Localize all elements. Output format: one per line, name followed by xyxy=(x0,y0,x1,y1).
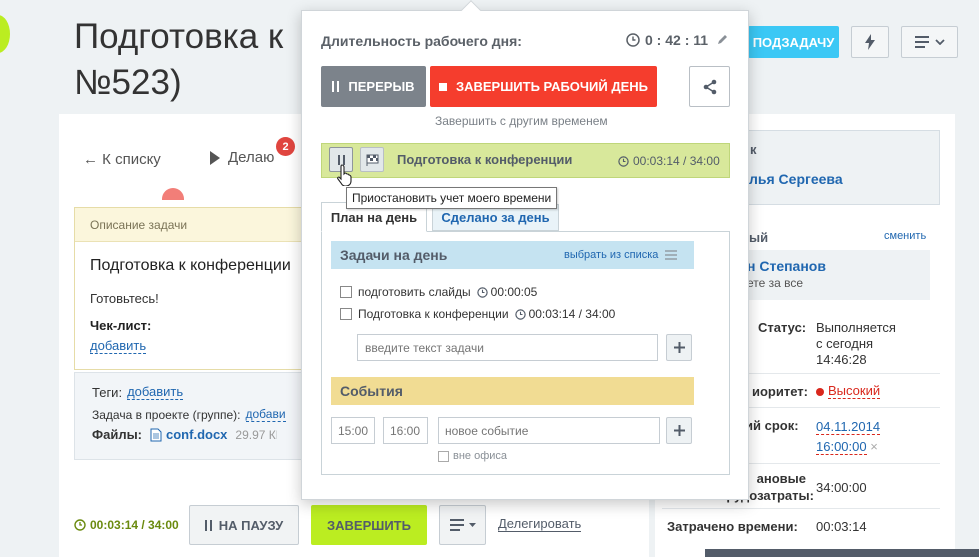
creator-block xyxy=(730,130,940,205)
stop-icon xyxy=(438,82,447,91)
lightning-button[interactable] xyxy=(851,26,889,58)
add-event-button[interactable] xyxy=(666,417,692,444)
files-row: Файлы: conf.docx 29.97 КБ xyxy=(92,427,277,442)
events-header-title: События xyxy=(340,383,403,399)
clock-icon xyxy=(74,519,86,531)
pause-tooltip: Приостановить учет моего времени xyxy=(346,187,558,209)
project-add-link[interactable]: добави xyxy=(245,408,286,422)
more-menu-button[interactable] xyxy=(901,26,958,58)
side-divider xyxy=(662,508,940,509)
finish-task-button[interactable]: ЗАВЕРШИТЬ xyxy=(311,505,427,545)
doing-count-badge: 2 xyxy=(276,137,295,156)
pause-icon xyxy=(332,81,340,92)
end-with-other-time-link[interactable]: Завершить с другим временем xyxy=(435,114,608,128)
responsible-subtitle: ете за все xyxy=(747,276,804,290)
spent-time-value: 00:03:14 xyxy=(816,519,867,534)
checklist-label: Чек-лист: xyxy=(90,318,152,333)
edit-pencil-icon[interactable] xyxy=(716,33,729,46)
finish-flag-button[interactable] xyxy=(360,147,384,172)
choose-from-list-link[interactable]: выбрать из списка xyxy=(564,249,678,261)
tags-label: Теги: xyxy=(92,385,123,400)
deadline-label: ий срок: xyxy=(745,418,799,433)
task-list-item[interactable]: подготовить слайды 00:00:05 xyxy=(340,285,537,299)
back-to-list-link[interactable]: ← К списку xyxy=(83,151,161,168)
share-button[interactable] xyxy=(689,66,730,107)
new-task-input[interactable] xyxy=(357,334,658,361)
pause-icon xyxy=(337,154,345,165)
new-event-input[interactable] xyxy=(438,417,660,444)
responsible-name[interactable]: н Степанов xyxy=(747,258,826,274)
priority-dot-icon xyxy=(816,387,824,396)
checkered-flag-icon xyxy=(366,154,379,166)
out-of-office-checkbox[interactable] xyxy=(438,450,449,462)
file-link[interactable]: conf.docx xyxy=(166,427,227,442)
tasks-header-title: Задачи на день xyxy=(340,247,448,263)
task-checkbox[interactable] xyxy=(340,286,352,298)
end-workday-button[interactable]: ЗАВЕРШИТЬ РАБОЧИЙ ДЕНЬ xyxy=(430,66,657,107)
event-end-time[interactable] xyxy=(383,417,428,444)
priority-label: иоритет: xyxy=(752,384,808,399)
pause-task-button[interactable]: НА ПАУЗУ xyxy=(189,505,299,545)
task-list-item[interactable]: Подготовка к конференции 00:03:14 / 34:0… xyxy=(340,307,615,321)
page-title: Подготовка к №523) xyxy=(74,17,284,102)
plus-icon xyxy=(673,342,685,353)
creator-name[interactable]: лья Сергеева xyxy=(749,171,843,187)
plus-icon xyxy=(673,425,685,436)
tags-add-link[interactable]: добавить xyxy=(127,385,184,400)
event-start-time[interactable] xyxy=(331,417,375,444)
current-task-timer: 00:03:14 / 34:00 xyxy=(618,154,720,168)
left-edge-circle xyxy=(0,15,10,53)
task-checkbox[interactable] xyxy=(340,308,352,320)
pause-icon xyxy=(204,519,212,531)
add-subtask-button[interactable]: ПОДЗАДАЧУ xyxy=(748,26,839,58)
project-row: Задача в проекте (группе): добави xyxy=(92,408,286,422)
play-icon xyxy=(210,150,220,165)
checklist-add-link[interactable]: добавить xyxy=(90,339,147,354)
footer-timer: 00:03:14 / 34:00 xyxy=(74,518,179,532)
lightning-icon xyxy=(864,34,876,50)
change-responsible-link[interactable]: сменить xyxy=(884,230,926,242)
out-of-office-option[interactable]: вне офиса xyxy=(438,450,507,462)
break-button[interactable]: ПЕРЕРЫВ xyxy=(321,66,426,107)
clock-icon xyxy=(626,33,640,47)
project-label: Задача в проекте (группе): xyxy=(92,408,241,422)
footer-menu-button[interactable] xyxy=(439,505,486,545)
menu-icon xyxy=(449,519,464,531)
spent-time-label: Затрачено времени: xyxy=(667,519,798,534)
add-task-button[interactable] xyxy=(666,334,692,361)
current-task-title[interactable]: Подготовка к конференции xyxy=(397,152,572,167)
responsible-label: ый xyxy=(749,230,769,245)
clock-icon xyxy=(514,308,526,320)
list-icon xyxy=(665,250,678,260)
file-size: 29.97 КБ xyxy=(235,427,277,442)
description-header: Описание задачи xyxy=(75,208,304,242)
delegate-link[interactable]: Делегировать xyxy=(498,517,582,532)
chevron-down-icon xyxy=(934,39,945,45)
hand-cursor-icon xyxy=(337,164,355,186)
task-title: Подготовка к конференции xyxy=(90,257,291,274)
status-label: Статус: xyxy=(758,320,807,335)
workday-timer: 0 : 42 : 11 xyxy=(626,32,708,48)
priority-value[interactable]: Высокий xyxy=(816,384,881,399)
creator-label: к xyxy=(750,142,757,157)
doing-filter[interactable]: Делаю xyxy=(210,149,274,166)
tags-row: Теги: добавить xyxy=(92,385,184,400)
task-text: Готовьтесь! xyxy=(90,291,159,306)
clock-icon xyxy=(618,155,629,167)
deadline-value[interactable]: 04.11.2014 16:00:00 × xyxy=(816,419,881,455)
share-icon xyxy=(702,79,718,95)
clear-deadline-icon[interactable]: × xyxy=(870,439,878,454)
document-icon xyxy=(150,428,162,442)
clock-icon xyxy=(476,286,488,298)
status-value: Выполняется с сегодня 14:46:28 xyxy=(816,320,896,367)
menu-icon xyxy=(914,36,929,48)
files-label: Файлы: xyxy=(92,427,143,442)
bottom-dark-bar xyxy=(705,549,979,557)
workday-duration-label: Длительность рабочего дня: xyxy=(321,33,522,49)
chevron-down-icon xyxy=(468,523,476,527)
planned-value: 34:00:00 xyxy=(816,480,867,495)
